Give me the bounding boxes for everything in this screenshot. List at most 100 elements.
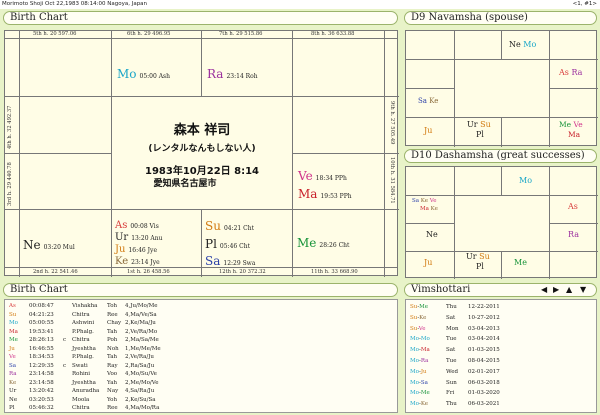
dasha-row[interactable]: Su-Ve Mon 03-04-2013 [406,324,594,334]
dasha-weekday: Mon [446,325,459,332]
d9-sa-ke: Sa Ke [418,97,439,105]
planet-ra-name: Ra [207,67,224,81]
table-cell: Jyeshtha [72,379,96,386]
dasha-row[interactable]: Su-Ke Sat 10-27-2012 [406,313,594,323]
triangle-down-icon[interactable]: ▼ [580,286,586,294]
dasha-row[interactable]: Mo-Sa Sun 06-03-2018 [406,378,594,388]
d9-ne-mo: Ne Mo [509,40,537,49]
planet-me[interactable]: Me 28:26 Cht [297,234,349,250]
planet-su-degree: 04:21 Cht [223,225,255,232]
planet-mo[interactable]: Mo 05:00 Ash [117,65,170,81]
table-row[interactable]: As 00:08:47 Vishakha Toh 4,Ju/Mo/Me [5,302,395,310]
house-label-8: 8th h. 36 633.88 [311,31,355,37]
d10-header[interactable]: D10 Dashamsha (great successes) [404,149,597,163]
house-label-3: 3rd h. 29 440.78 [7,162,13,206]
table-cell: Yah [107,379,118,386]
table-cell: Su [9,311,17,318]
table-cell: 13:20:42 [29,388,54,394]
table-cell: Yoh [107,396,118,403]
table-row[interactable]: Ju 16:46:55 Jyeshtha Noh 1,Me/Me/Me [5,345,395,353]
d9-chart: Ne Mo As Ra Sa Ke Ju Ur Su Pl Me Ve Ma [405,30,598,147]
table-cell: 04:21:23 [29,311,54,318]
dasha-row[interactable]: Su-Me Thu 12-22-2011 [406,302,594,312]
planet-pl-name: Pl [205,237,217,251]
dasha-date: 12-22-2011 [468,304,500,310]
table-row[interactable]: Ur 13:20:42 Anuradha Nay 4,Sa/Ra/Ju [5,387,395,395]
table-cell: Ve [9,354,16,360]
dasha-date: 10-27-2012 [468,314,500,321]
planet-su-name: Su [205,219,221,233]
table-cell: 2,Ve/Ra/Mo [125,328,158,335]
planet-ke[interactable]: Ke 23:14 Jye [115,251,160,267]
house-label-10: 10th h. 31 584.71 [389,157,395,204]
planet-sa-name: Sa [205,254,221,268]
planet-ma-name: Ma [298,187,318,201]
d9-ur-su: Ur Su [467,120,491,129]
table-row[interactable]: Ke 23:14:58 Jyeshtha Yah 2,Me/Mo/Ve [5,379,395,387]
table-cell: Mo [9,320,18,326]
birth-table-header[interactable]: Birth Chart [3,283,398,297]
planet-sa[interactable]: Sa 12:29 Swa [205,252,255,268]
d10-ra: Ra [568,230,579,239]
dasha-row[interactable]: Mo-Mo Tue 03-04-2014 [406,334,594,344]
planet-pl[interactable]: Pl 05:46 Cht [205,235,250,251]
table-cell: Chitra [72,337,90,343]
planet-ra[interactable]: Ra 23:14 Roh [207,65,258,81]
dasha-row[interactable]: Mo-Ju Wed 02-01-2017 [406,367,594,377]
triangle-up-icon[interactable]: ▲ [566,286,572,294]
table-row[interactable]: Pl 05:46:32 Chitra Ree 4,Ma/Mo/Ra [5,404,395,412]
native-nickname: (レンタルなんもしない人) [148,144,256,154]
table-row[interactable]: Ne 03:20:53 Moola Yoh 2,Ke/Su/Sa [5,396,395,404]
table-cell: 2,Ve/Ra/Ju [125,354,154,360]
table-cell: Vishakha [72,303,98,309]
triangle-right-icon[interactable]: ▶ [553,286,559,294]
planet-ne[interactable]: Ne 03:20 Mul [23,236,75,252]
table-cell: Ma [9,328,18,335]
table-cell: Pl [9,405,15,411]
dasha-date: 02-01-2017 [468,368,500,375]
dasha-weekday: Sat [446,314,456,321]
planet-ve[interactable]: Ve 18:34 PPh [298,167,347,183]
dasha-row[interactable]: Mo-Ke Thu 06-03-2021 [406,399,594,409]
table-cell: Chay [107,320,122,326]
table-cell: 1,Me/Me/Me [125,345,161,352]
planet-pl-degree: 05:46 Cht [219,243,250,250]
d10-title: D10 Dashamsha (great successes) [411,150,585,161]
table-cell: Sa [9,362,17,369]
table-cell: 16:46:55 [29,345,54,352]
dasha-period: Su-Me [410,304,429,310]
d9-header[interactable]: D9 Navamsha (spouse) [404,11,597,25]
planet-ve-degree: 18:34 PPh [315,175,347,182]
dasha-period: Mo-Ma [410,347,430,354]
planet-sa-degree: 12:29 Swa [223,260,256,267]
table-row[interactable]: Ra 23:14:58 Rohini Voo 4,Mo/Su/Ve [5,370,395,378]
birth-chart-header[interactable]: Birth Chart [3,11,398,25]
planet-mo-degree: 05:00 Ash [139,73,170,80]
house-label-12: 12th h. 20 372.32 [219,269,266,275]
vimshottari-title: Vimshottari [411,284,471,295]
table-cell: Ne [9,396,18,403]
table-cell: Tah [107,354,118,360]
table-cell: Moola [72,396,90,403]
table-row[interactable]: Sa 12:29:35 c Swati Ray 2,Ra/Sa/Ju [5,362,395,370]
triangle-left-icon[interactable]: ◀ [541,286,547,294]
table-cell: 00:08:47 [29,303,54,309]
table-row[interactable]: Me 28:26:13 c Chitra Poh 2,Ma/Sa/Me [5,336,395,344]
dasha-row[interactable]: Mo-Me Fri 01-03-2020 [406,388,594,398]
table-row[interactable]: Ve 18:34:53 P.Phalg. Tah 2,Ve/Ra/Ju [5,353,395,361]
vimshottari-table: Su-Me Thu 12-22-2011 Su-Ke Sat 10-27-2012 Su-V… [405,299,597,413]
planet-su[interactable]: Su 04:21 Cht [205,217,254,233]
dasha-row[interactable]: Mo-Ma Sat 01-03-2015 [406,345,594,355]
house-label-4: 4th h. 32 492.37 [7,105,13,149]
planet-mo-name: Mo [117,67,137,81]
dasha-weekday: Wed [446,368,458,375]
table-row[interactable]: Ma 19:53:41 P.Phalg. Tah 2,Ve/Ra/Mo [5,328,395,336]
table-cell: 19:53:41 [29,328,54,335]
planet-me-degree: 28:26 Cht [319,242,350,249]
planet-ma[interactable]: Ma 19:53 PPh [298,185,352,201]
table-row[interactable]: Su 04:21:23 Chitra Ree 4,Ma/Ve/Sa [5,311,395,319]
table-row[interactable]: Mo 05:00:55 Ashwini Chay 2,Ke/Ma/Ju [5,319,395,327]
planet-ne-degree: 03:20 Mul [43,244,75,251]
table-cell: 4,Ju/Mo/Me [125,303,158,309]
dasha-row[interactable]: Mo-Ra Tue 08-04-2015 [406,356,594,366]
